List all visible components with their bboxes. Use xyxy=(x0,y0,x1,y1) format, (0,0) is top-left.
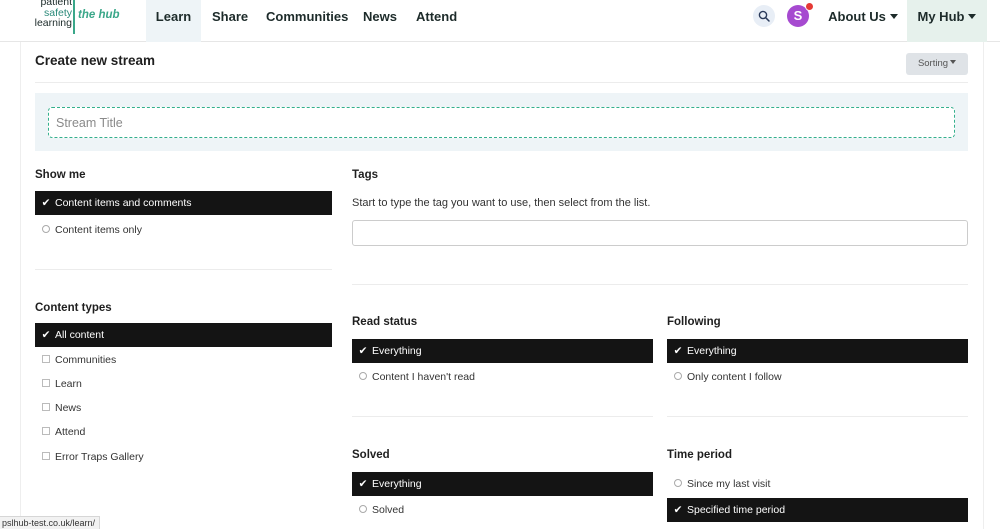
top-navigation: patient safety learning the hub Learn Sh… xyxy=(0,0,1000,42)
option-label: Specified time period xyxy=(687,504,786,516)
content-type-error-traps-gallery[interactable]: Error Traps Gallery xyxy=(35,445,332,469)
following-heading: Following xyxy=(667,316,721,328)
section-divider xyxy=(35,269,332,270)
sorting-dropdown[interactable]: Sorting xyxy=(906,53,968,75)
option-label: Solved xyxy=(372,504,405,516)
tags-heading: Tags xyxy=(352,169,378,181)
option-label: Learn xyxy=(55,378,82,390)
checkbox-icon xyxy=(41,372,51,396)
page-title: Create new stream xyxy=(35,53,156,68)
check-icon: ✔ xyxy=(41,329,51,341)
nav-about-label: About Us xyxy=(828,9,886,24)
option-label: Attend xyxy=(55,426,86,438)
option-label: Since my last visit xyxy=(687,478,771,490)
content-type-learn[interactable]: Learn xyxy=(35,372,332,396)
tags-help-text: Start to type the tag you want to use, t… xyxy=(352,197,651,209)
logo-line-learning: learning xyxy=(34,17,72,29)
time-period-specified[interactable]: ✔ Specified time period xyxy=(667,498,968,522)
nav-learn[interactable]: Learn xyxy=(146,0,201,42)
check-icon: ✔ xyxy=(358,478,368,490)
chevron-down-icon xyxy=(889,14,898,20)
solved-solved[interactable]: Solved xyxy=(352,498,653,522)
option-label: Everything xyxy=(372,478,422,490)
read-status-heading: Read status xyxy=(352,316,418,328)
sorting-label: Sorting xyxy=(917,58,949,69)
checkbox-icon xyxy=(41,445,51,469)
solved-everything[interactable]: ✔ Everything xyxy=(352,472,653,496)
read-status-unread[interactable]: Content I haven't read xyxy=(352,365,653,389)
option-label: All content xyxy=(55,329,105,341)
radio-icon xyxy=(358,498,368,522)
option-label: Everything xyxy=(372,345,422,357)
notification-badge xyxy=(805,2,814,11)
content-types-heading: Content types xyxy=(35,302,112,314)
content-type-news[interactable]: News xyxy=(35,396,332,420)
following-only-followed[interactable]: Only content I follow xyxy=(667,365,968,389)
content-type-attend[interactable]: Attend xyxy=(35,420,332,444)
check-icon: ✔ xyxy=(41,197,51,209)
option-label: Error Traps Gallery xyxy=(55,451,144,463)
nav-about-us[interactable]: About Us xyxy=(826,0,900,42)
search-button[interactable] xyxy=(753,5,775,27)
solved-heading: Solved xyxy=(352,449,390,461)
check-icon: ✔ xyxy=(358,345,368,357)
status-bar-url: pslhub-test.co.uk/learn/ xyxy=(0,516,101,529)
section-divider xyxy=(352,284,968,285)
show-me-option-items-only[interactable]: Content items only xyxy=(35,218,332,242)
tags-input[interactable] xyxy=(352,220,968,246)
search-icon xyxy=(758,10,770,22)
time-period-heading: Time period xyxy=(667,449,732,461)
option-label: Only content I follow xyxy=(687,371,782,383)
nav-news[interactable]: News xyxy=(363,0,397,42)
logo-wordmark: patient safety learning xyxy=(12,0,72,29)
section-divider xyxy=(352,416,653,417)
site-logo[interactable]: patient safety learning the hub xyxy=(12,0,132,36)
show-me-heading: Show me xyxy=(35,169,86,181)
nav-my-hub[interactable]: My Hub xyxy=(907,0,987,42)
check-icon: ✔ xyxy=(673,345,683,357)
checkbox-icon xyxy=(41,348,51,372)
read-status-everything[interactable]: ✔ Everything xyxy=(352,339,653,363)
check-icon: ✔ xyxy=(673,504,683,516)
logo-divider xyxy=(73,0,75,34)
option-label: Everything xyxy=(687,345,737,357)
time-period-since-last-visit[interactable]: Since my last visit xyxy=(667,472,968,496)
radio-icon xyxy=(673,472,683,496)
radio-icon xyxy=(673,365,683,389)
nav-attend[interactable]: Attend xyxy=(416,0,457,42)
option-label: Content items only xyxy=(55,224,142,236)
radio-icon xyxy=(358,365,368,389)
header-divider xyxy=(35,82,968,83)
show-me-option-items-and-comments[interactable]: ✔ Content items and comments xyxy=(35,191,332,215)
option-label: Communities xyxy=(55,354,117,366)
section-divider xyxy=(667,416,968,417)
option-label: Content I haven't read xyxy=(372,371,475,383)
chevron-down-icon xyxy=(968,14,977,20)
content-type-communities[interactable]: Communities xyxy=(35,348,332,372)
stream-title-input[interactable] xyxy=(48,107,955,138)
content-type-all[interactable]: ✔ All content xyxy=(35,323,332,347)
nav-share[interactable]: Share xyxy=(212,0,248,42)
option-label: News xyxy=(55,402,82,414)
following-everything[interactable]: ✔ Everything xyxy=(667,339,968,363)
logo-tagline: the hub xyxy=(78,9,120,21)
option-label: Content items and comments xyxy=(55,197,192,209)
radio-icon xyxy=(41,218,51,242)
chevron-down-icon xyxy=(950,60,957,65)
checkbox-icon xyxy=(41,396,51,420)
checkbox-icon xyxy=(41,420,51,444)
nav-myhub-label: My Hub xyxy=(917,9,965,24)
nav-communities[interactable]: Communities xyxy=(266,0,348,42)
